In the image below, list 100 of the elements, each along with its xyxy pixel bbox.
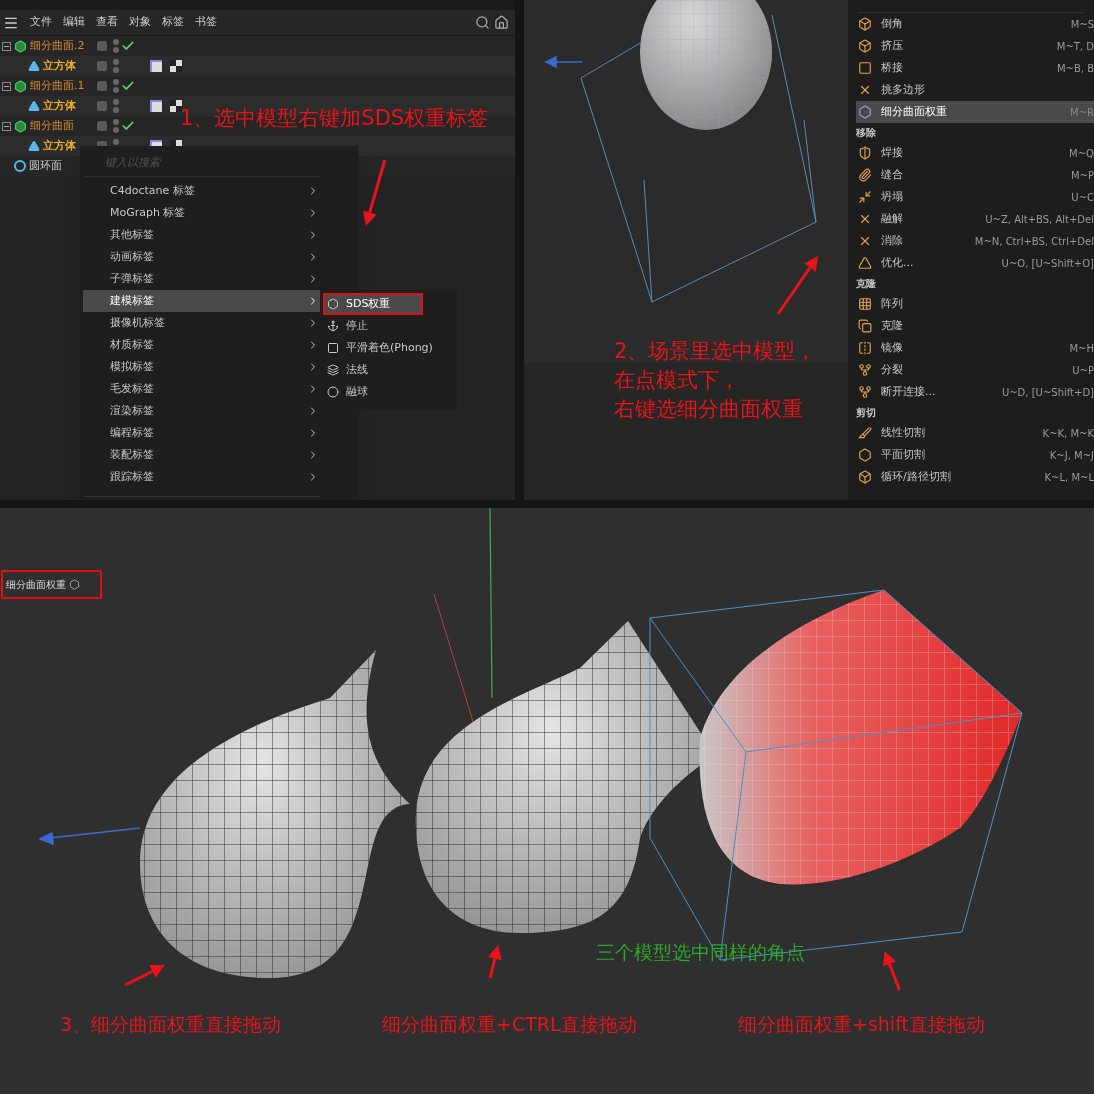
annotation-arrow (363, 159, 387, 226)
shortcut-text: M~N, Ctrl+BS, Ctrl+Del (974, 234, 1094, 249)
menu-item[interactable]: 消除 M~N, Ctrl+BS, Ctrl+Del (856, 230, 1094, 252)
object-name[interactable]: 立方体 (43, 137, 76, 155)
tool-icon (858, 363, 872, 377)
menu-item[interactable]: 动画标签 (83, 246, 323, 268)
menu-item[interactable]: 挤压 M~T, D (856, 35, 1094, 57)
menu-item[interactable]: 建模标签 (83, 290, 323, 312)
expand-toggle[interactable] (2, 121, 11, 131)
tool-icon (858, 83, 872, 97)
menu-item[interactable]: 平面切割 K~J, M~J (856, 444, 1094, 466)
menu-item[interactable]: 线性切割 K~K, M~K (856, 422, 1094, 444)
menu-item[interactable]: 克隆 (856, 315, 1094, 337)
tool-icon (858, 146, 872, 160)
menu-item[interactable]: 法线 (323, 359, 454, 381)
menu-item[interactable]: 分裂 U~P (856, 359, 1094, 381)
shortcut-text: K~L, M~L (1044, 470, 1094, 485)
visibility-dots-icon[interactable] (113, 39, 119, 53)
menu-item[interactable]: SDS权重 (323, 293, 423, 315)
menu-item[interactable]: 装配标签 (83, 444, 323, 466)
menu-item[interactable]: 循环/路径切割 K~L, M~L (856, 466, 1094, 488)
menu-item[interactable]: C4doctane 标签 (83, 180, 323, 202)
menu-item[interactable]: 对象 (129, 14, 151, 31)
menu-item[interactable]: 子弹标签 (83, 268, 323, 290)
search-icon[interactable] (475, 15, 490, 30)
visibility-dots-icon[interactable] (113, 99, 119, 113)
menu-item[interactable]: 阵列 (856, 293, 1094, 315)
object-name[interactable]: 立方体 (43, 57, 76, 75)
shortcut-text: M~P (1070, 168, 1094, 183)
menu-item[interactable]: 坍塌 U~C (856, 186, 1094, 208)
menu-item[interactable]: 停止 (323, 315, 454, 337)
menu-item[interactable]: 毛发标签 (83, 378, 323, 400)
caption: 3、细分曲面权重直接拖动 (60, 1012, 282, 1037)
menu-item[interactable]: 融解 U~Z, Alt+BS, Alt+Del (856, 208, 1094, 230)
subdivision-icon (14, 79, 27, 93)
phong-tag-icon (327, 342, 339, 354)
check-icon[interactable] (121, 119, 135, 133)
tool-icon (858, 319, 872, 333)
menu-item[interactable]: 查看 (96, 14, 118, 31)
object-name[interactable]: 圆环面 (29, 157, 62, 175)
menu-item[interactable]: 挑多边形 (856, 79, 1094, 101)
section-header: 移除 (855, 126, 877, 140)
tool-icon (858, 168, 872, 182)
section-header: 克隆 (855, 277, 877, 291)
section-header: 剪切 (855, 406, 877, 420)
step-note: 1、选中模型右键加SDS权重标签 (180, 105, 489, 132)
menu-item[interactable]: 标签 (162, 14, 184, 31)
menu-item[interactable]: 模拟标签 (83, 356, 323, 378)
object-name[interactable]: 细分曲面.1 (30, 77, 85, 95)
menu-item[interactable]: 其他标签 (83, 224, 323, 246)
cube-icon (28, 140, 40, 152)
menu-item[interactable]: 倒角 M~S (856, 13, 1094, 35)
checker-tag-icon[interactable] (170, 60, 182, 72)
menu-item[interactable]: 编辑 (63, 14, 85, 31)
checker-tag-icon[interactable] (170, 100, 182, 112)
menu-item[interactable]: 缝合 M~P (856, 164, 1094, 186)
subdivision-icon (14, 39, 27, 53)
phong-tag-icon[interactable] (150, 60, 162, 72)
check-icon[interactable] (121, 39, 135, 53)
cube-icon (28, 60, 40, 72)
menu-item[interactable]: 材质标签 (83, 334, 323, 356)
expand-toggle[interactable] (2, 81, 11, 91)
menu-item[interactable]: 渲染标签 (83, 400, 323, 422)
menu-item[interactable]: 优化... U~O, [U~Shift+O] (856, 252, 1094, 274)
menu-item[interactable]: 断开连接... U~D, [U~Shift+D] (856, 381, 1094, 403)
expand-toggle[interactable] (2, 41, 11, 51)
menu-item[interactable]: MoGraph 标签 (83, 202, 323, 224)
sds-tag-icon (327, 298, 339, 310)
object-name[interactable]: 立方体 (43, 97, 76, 115)
menu-item[interactable]: 摄像机标签 (83, 312, 323, 334)
menu-item[interactable]: 文件 (30, 14, 52, 31)
visibility-dots-icon[interactable] (113, 59, 119, 73)
menu-item[interactable]: 融球 (323, 381, 454, 403)
visibility-dots-icon[interactable] (113, 79, 119, 93)
shortcut-text: U~P (1072, 363, 1094, 378)
caption: 细分曲面权重+shift直接拖动 (738, 1012, 985, 1037)
menu-item[interactable]: 平滑着色(Phong) (323, 337, 454, 359)
subdivision-icon (14, 119, 27, 133)
tool-icon (858, 234, 872, 248)
home-icon[interactable] (494, 15, 509, 30)
object-name[interactable]: 细分曲面 (30, 117, 74, 135)
torus-icon (14, 160, 26, 172)
step-note: 2、场景里选中模型， 在点模式下， 右键选细分曲面权重 (614, 338, 817, 423)
visibility-dots-icon[interactable] (113, 119, 119, 133)
annotation-arrow (487, 945, 502, 979)
menu-item[interactable]: 桥接 M~B, B (856, 57, 1094, 79)
object-name[interactable]: 细分曲面.2 (30, 37, 85, 55)
tool-icon (858, 61, 872, 75)
menu-item[interactable]: 焊接 M~Q (856, 142, 1094, 164)
tool-icon (858, 39, 872, 53)
check-icon[interactable] (121, 79, 135, 93)
menu-item[interactable]: 细分曲面权重 M~R (856, 101, 1094, 123)
shortcut-text: K~J, M~J (1049, 448, 1094, 463)
shortcut-text: M~B, B (1056, 61, 1094, 76)
menu-item[interactable]: 跟踪标签 (83, 466, 323, 488)
menu-item[interactable]: 编程标签 (83, 422, 323, 444)
phong-tag-icon[interactable] (150, 100, 162, 112)
menu-item[interactable]: 书签 (195, 14, 217, 31)
shortcut-text: U~C (1071, 190, 1094, 205)
menu-item[interactable]: 镜像 M~H (856, 337, 1094, 359)
